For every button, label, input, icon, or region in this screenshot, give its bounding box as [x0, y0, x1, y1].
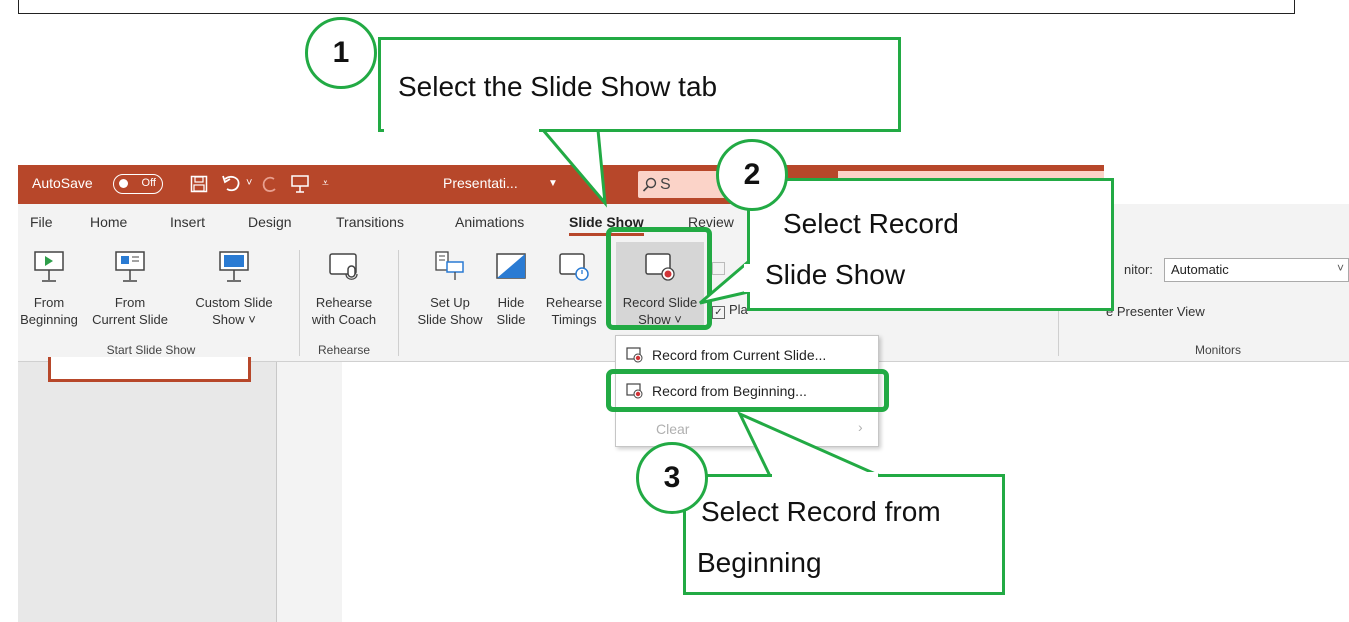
callout-3-gap: [772, 472, 878, 478]
callout-2-text-2: Slide Show: [765, 259, 906, 290]
callout-3-pointer: [736, 410, 881, 478]
callout-3-text-2: Beginning: [697, 547, 822, 578]
callout-1-gap: [384, 128, 539, 134]
callout-1-pointer: [539, 128, 607, 208]
callout-1-number: 1: [305, 17, 377, 89]
callout-2-gap: [744, 264, 751, 292]
callout-2-pointer: [699, 258, 750, 305]
callout-3-number: 3: [636, 442, 708, 514]
callout-1-text: Select the Slide Show tab: [398, 71, 718, 102]
callout-2-number: 2: [716, 139, 788, 211]
callout-2-text-1: Select Record: [783, 208, 959, 239]
callout-3-text-1: Select Record from: [701, 496, 941, 527]
